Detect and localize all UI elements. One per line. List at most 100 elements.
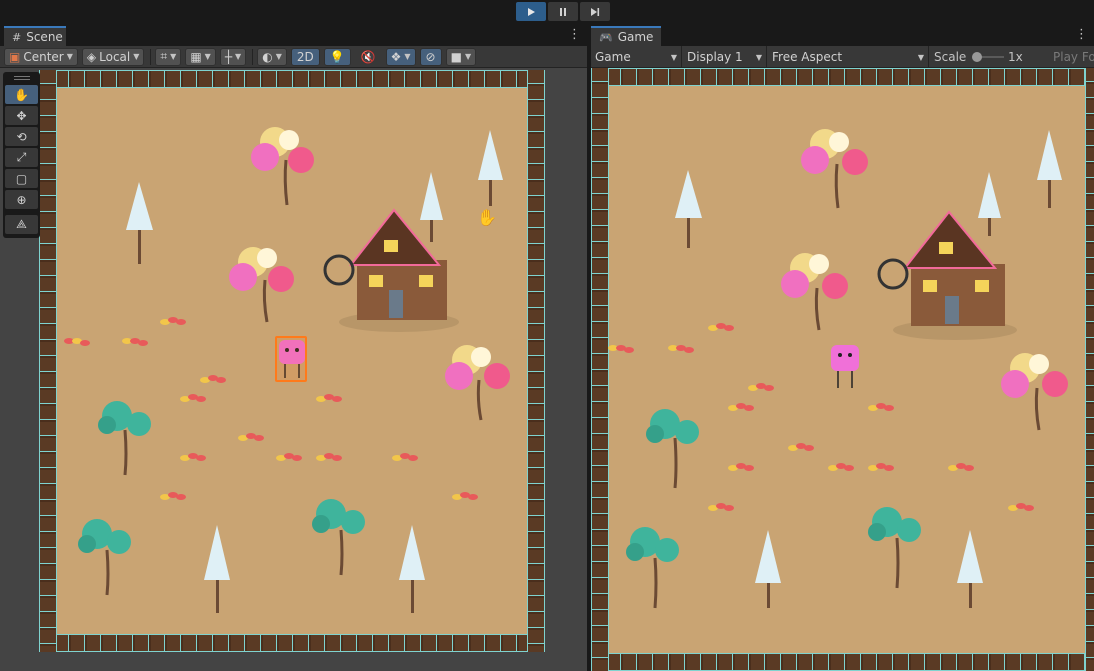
chevron-down-icon: ▼ [204, 52, 211, 61]
scene-panel: # Scene ⋮ ▣ Center ▼ ◈ Local ▼ ⌗ ▼ ▦ ▼ ┼… [0, 26, 587, 671]
snow-tree [755, 530, 781, 608]
snow-tree [204, 525, 230, 613]
rotate-tool-button[interactable]: ⟲ [5, 127, 38, 146]
mint-tree [78, 519, 131, 596]
play-icon [528, 7, 535, 16]
draw-mode-dropdown[interactable]: ◐ ▼ [257, 47, 287, 66]
gingerbread-house [877, 210, 1017, 340]
game-toolbar: Game ▼ Display 1 ▼ Free Aspect ▼ Scale 1… [591, 46, 1094, 68]
selection-outline [275, 336, 307, 382]
snow-tree [478, 130, 503, 206]
custom-tool-icon: ⟁ [16, 217, 27, 231]
camera-dropdown[interactable]: ■ ▼ [445, 47, 477, 66]
lighting-toggle[interactable]: 💡 [323, 47, 351, 66]
snow-tree [675, 170, 702, 248]
scene-toolbar: ▣ Center ▼ ◈ Local ▼ ⌗ ▼ ▦ ▼ ┼ ▼ ◐ ▼ 2D [0, 46, 587, 68]
ice-cream-tree [1001, 353, 1068, 431]
aspect-label: Free Aspect [772, 50, 843, 64]
play-mode-bar [0, 0, 1094, 26]
step-button[interactable] [580, 2, 610, 21]
rect-icon: ▢ [15, 171, 28, 186]
grid-snap-dropdown[interactable]: ⌗ ▼ [155, 47, 182, 66]
hand-cursor-icon: ✋ [477, 208, 497, 227]
2d-label: 2D [296, 49, 314, 64]
chevron-down-icon: ▼ [170, 52, 177, 61]
chevron-down-icon: ▼ [133, 52, 140, 61]
mint-tree [626, 527, 679, 609]
snow-tree [126, 182, 153, 264]
hand-tool-button[interactable]: ✋ [5, 85, 38, 104]
gamepad-icon: 🎮 [599, 30, 613, 44]
grid-snap-icon: ⌗ [160, 49, 168, 63]
space-label: Local [99, 49, 131, 64]
chevron-down-icon: ▼ [755, 52, 762, 62]
play-focused-dropdown[interactable]: Play Fo [1053, 50, 1094, 64]
ice-cream-tree [229, 247, 294, 323]
player-character [831, 345, 859, 388]
mint-tree [98, 401, 151, 476]
scene-tabbar: # Scene ⋮ [0, 26, 587, 46]
light-bulb-icon: 💡 [329, 49, 345, 64]
ice-cream-tree [801, 129, 868, 209]
hand-icon: ✋ [14, 87, 29, 102]
view-dropdown[interactable]: Game ▼ [591, 46, 682, 68]
scale-slider-thumb[interactable] [972, 52, 982, 62]
display-label: Display 1 [687, 50, 743, 64]
effects-dropdown[interactable]: ❖ ▼ [385, 47, 416, 66]
aspect-dropdown[interactable]: Free Aspect ▼ [768, 46, 929, 68]
scale-tool-button[interactable]: ⤢ [5, 148, 38, 167]
chevron-down-icon: ▼ [66, 52, 73, 61]
tab-scene[interactable]: # Scene [4, 26, 66, 46]
2d-toggle[interactable]: 2D [290, 47, 320, 66]
scene-viewport[interactable]: ✋ ✋ ✥ ⟲ ⤢ ▢ ⊕ ⟁ [0, 68, 587, 671]
tab-game[interactable]: 🎮 Game [591, 26, 661, 46]
snow-tree [957, 530, 983, 608]
snow-tree [1037, 130, 1062, 208]
ice-cream-tree [781, 253, 848, 331]
step-icon [591, 7, 600, 16]
shading-icon: ◐ [262, 49, 273, 64]
cube-icon: ◈ [86, 49, 97, 64]
rotate-icon: ⟲ [16, 129, 27, 144]
display-dropdown[interactable]: Display 1 ▼ [683, 46, 767, 68]
game-sprites [608, 129, 1068, 609]
audio-toggle[interactable]: 🔇 [354, 47, 382, 66]
increment-snap-dropdown[interactable]: ┼ ▼ [219, 47, 247, 66]
audio-muted-icon: 🔇 [360, 49, 376, 64]
chevron-down-icon: ▼ [404, 52, 411, 61]
game-tabbar: 🎮 Game ⋮ [591, 26, 1094, 46]
custom-tool-button[interactable]: ⟁ [5, 215, 38, 234]
palette-grip[interactable] [5, 74, 38, 82]
grid-visibility-icon: ▦ [190, 49, 202, 64]
scene-menu-icon[interactable]: ⋮ [568, 28, 581, 42]
play-button[interactable] [516, 2, 546, 21]
game-viewport[interactable] [591, 68, 1094, 671]
tools-palette: ✋ ✥ ⟲ ⤢ ▢ ⊕ ⟁ [3, 72, 40, 238]
eye-hidden-icon: ⊘ [425, 49, 436, 64]
mint-tree [868, 507, 921, 589]
pivot-dropdown[interactable]: ▣ Center ▼ [4, 47, 78, 66]
ice-cream-tree [251, 127, 314, 206]
space-dropdown[interactable]: ◈ Local ▼ [81, 47, 145, 66]
camera-icon: ■ [450, 49, 462, 64]
scale-icon: ⤢ [16, 150, 27, 164]
grid-visibility-dropdown[interactable]: ▦ ▼ [185, 47, 216, 66]
transform-tool-button[interactable]: ⊕ [5, 190, 38, 209]
mint-tree [312, 499, 365, 576]
snow-tree [420, 172, 443, 242]
mint-tree [646, 409, 699, 489]
toolbar-separator [252, 48, 254, 65]
move-tool-button[interactable]: ✥ [5, 106, 38, 125]
pause-icon [560, 7, 566, 16]
pause-button[interactable] [548, 2, 578, 21]
scene-visibility-toggle[interactable]: ⊘ [419, 47, 442, 66]
scale-label: Scale [934, 50, 967, 64]
snow-tree [399, 525, 425, 613]
pivot-label: Center [23, 49, 64, 64]
chevron-down-icon: ▼ [275, 52, 282, 61]
view-label: Game [595, 50, 631, 64]
game-menu-icon[interactable]: ⋮ [1075, 28, 1088, 42]
ice-cream-tree [445, 345, 510, 421]
tab-game-label: Game [617, 30, 654, 44]
rect-tool-button[interactable]: ▢ [5, 169, 38, 188]
